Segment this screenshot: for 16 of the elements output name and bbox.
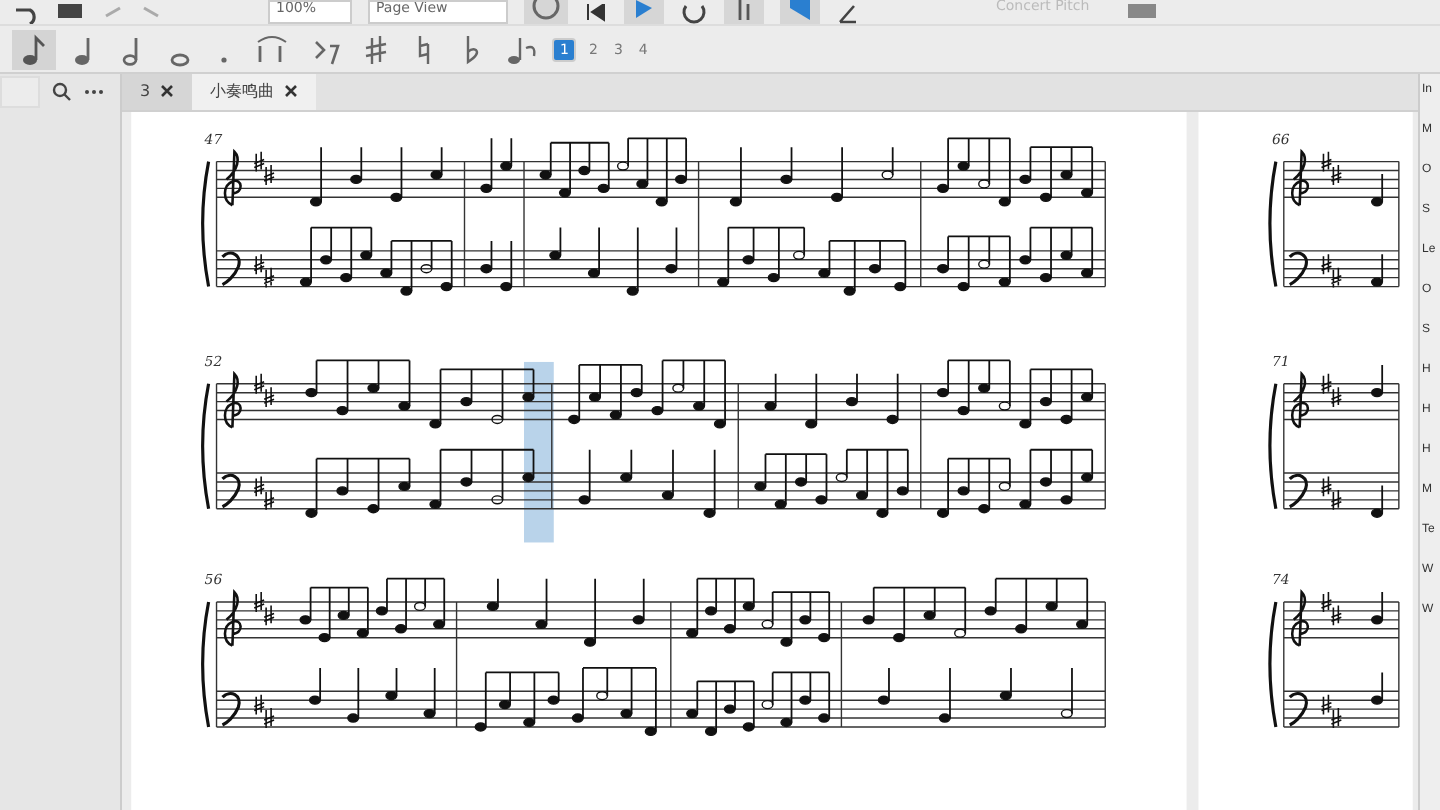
music-system-drawing [1268, 150, 1400, 289]
music-system-drawing [1268, 590, 1400, 729]
close-icon[interactable] [284, 84, 299, 99]
search-field[interactable] [0, 76, 40, 108]
tab-label: 3 [140, 82, 151, 101]
search-icon[interactable] [52, 82, 72, 102]
close-icon[interactable] [160, 84, 175, 99]
play-icon[interactable] [624, 0, 664, 24]
tab-label: 小奏鸣曲 [210, 80, 275, 103]
eighth-note-icon[interactable] [12, 29, 56, 69]
score-tab[interactable]: 小奏鸣曲 [192, 74, 317, 110]
score-tab[interactable]: 3 [122, 74, 193, 110]
undo-icon[interactable] [12, 4, 40, 24]
more-options-icon[interactable] [84, 88, 104, 96]
rewind-icon[interactable] [584, 4, 608, 24]
loop-icon[interactable] [680, 4, 708, 24]
